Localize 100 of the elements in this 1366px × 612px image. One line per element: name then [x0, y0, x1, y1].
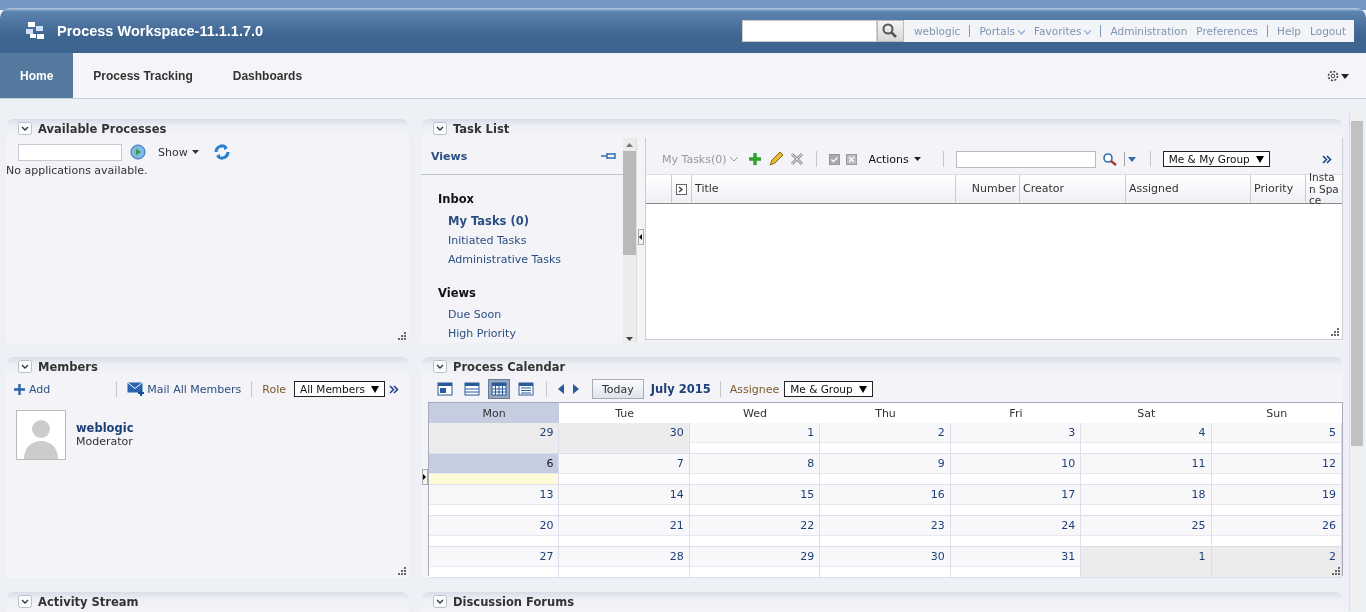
search-button[interactable]: [877, 19, 904, 42]
day-number[interactable]: 23: [820, 516, 950, 535]
pencil-icon[interactable]: [767, 151, 784, 167]
day-number[interactable]: 5: [1211, 423, 1341, 442]
nav-tab[interactable]: Process Tracking: [73, 53, 213, 98]
assignee-dropdown[interactable]: Me & Group: [784, 381, 873, 397]
resize-grip-icon[interactable]: [397, 566, 406, 575]
day-number[interactable]: 8: [689, 454, 820, 473]
day-number[interactable]: 28: [559, 547, 689, 566]
collapse-handle-icon[interactable]: [422, 469, 428, 485]
day-number[interactable]: 2: [1211, 547, 1341, 566]
day-cell[interactable]: 2: [820, 423, 951, 454]
caret-icon[interactable]: [1123, 152, 1138, 166]
day-cell[interactable]: 9: [820, 454, 951, 485]
day-cell[interactable]: 24: [950, 516, 1082, 547]
collapse-icon[interactable]: [433, 122, 447, 135]
search-icon[interactable]: [1101, 152, 1118, 166]
day-number[interactable]: 29: [689, 547, 820, 566]
day-number[interactable]: 1: [1081, 547, 1211, 566]
day-number[interactable]: 22: [689, 516, 820, 535]
nav-tab[interactable]: Home: [0, 53, 74, 98]
member-name[interactable]: weblogic: [76, 421, 134, 435]
collapse-icon[interactable]: [18, 595, 32, 608]
day-number[interactable]: 4: [1081, 423, 1211, 442]
actions-menu[interactable]: Actions: [868, 152, 921, 166]
scroll-up-arrow-icon[interactable]: [623, 141, 636, 149]
checkbox-icon[interactable]: [828, 153, 840, 165]
play-icon[interactable]: [130, 144, 146, 160]
day-cell[interactable]: 17: [950, 485, 1082, 516]
day-number[interactable]: 19: [1211, 485, 1341, 504]
collapse-icon[interactable]: [433, 360, 447, 373]
day-number[interactable]: 30: [559, 423, 689, 442]
day-cell[interactable]: 19: [1211, 485, 1342, 516]
day-number[interactable]: 30: [820, 547, 950, 566]
column-header[interactable]: Title: [692, 175, 956, 203]
day-cell[interactable]: 31: [950, 547, 1082, 578]
view-link[interactable]: Administrative Tasks: [421, 250, 623, 269]
day-cell[interactable]: 29: [429, 423, 560, 454]
role-dropdown[interactable]: All Members: [294, 381, 385, 397]
mail-link[interactable]: Mail All Members: [127, 382, 242, 396]
day-cell[interactable]: 20: [429, 516, 560, 547]
view-link[interactable]: My Tasks (0): [421, 211, 623, 231]
scrollbar[interactable]: [623, 138, 636, 343]
day-number[interactable]: 10: [950, 454, 1081, 473]
day-number[interactable]: 14: [559, 485, 689, 504]
day-number[interactable]: 24: [950, 516, 1081, 535]
column-header[interactable]: Priority: [1251, 175, 1306, 203]
day-cell[interactable]: 15: [689, 485, 821, 516]
day-number[interactable]: 26: [1211, 516, 1341, 535]
resize-grip-icon[interactable]: [397, 331, 406, 340]
day-cell[interactable]: 8: [689, 454, 821, 485]
pin-icon[interactable]: [601, 152, 617, 160]
week-view-button[interactable]: [461, 379, 483, 399]
day-number[interactable]: 21: [559, 516, 689, 535]
day-cell[interactable]: 2: [1211, 547, 1342, 578]
day-cell[interactable]: 27: [429, 547, 560, 578]
list-view-button[interactable]: [515, 379, 537, 399]
day-number[interactable]: 25: [1081, 516, 1211, 535]
day-number[interactable]: 27: [429, 547, 559, 566]
today-button[interactable]: Today: [592, 379, 644, 399]
column-header[interactable]: Assigned: [1126, 175, 1251, 203]
refresh-icon[interactable]: [212, 143, 231, 161]
search-field[interactable]: [18, 143, 122, 161]
collapse-handle-icon[interactable]: [638, 229, 644, 245]
column-select-icon[interactable]: [676, 183, 687, 195]
day-cell[interactable]: 30: [559, 423, 690, 454]
nav-tab[interactable]: Dashboards: [212, 53, 323, 98]
day-cell[interactable]: 25: [1081, 516, 1212, 547]
day-number[interactable]: 20: [429, 516, 559, 535]
day-cell[interactable]: 18: [1081, 485, 1212, 516]
day-cell[interactable]: 1: [689, 423, 821, 454]
add-link[interactable]: Add: [14, 382, 51, 396]
search-field[interactable]: [742, 19, 877, 42]
day-number[interactable]: 17: [950, 485, 1081, 504]
day-number[interactable]: 18: [1081, 485, 1211, 504]
day-cell[interactable]: 21: [559, 516, 690, 547]
double-chevron-icon[interactable]: [1322, 154, 1332, 164]
day-number[interactable]: 9: [820, 454, 950, 473]
filter-dropdown[interactable]: Me & My Group: [1162, 151, 1270, 167]
column-header[interactable]: Number: [956, 175, 1020, 203]
close-box-icon[interactable]: [845, 153, 857, 165]
day-cell[interactable]: 26: [1211, 516, 1342, 547]
delete-icon[interactable]: [789, 152, 804, 166]
day-view-button[interactable]: [434, 379, 456, 399]
day-number[interactable]: 11: [1081, 454, 1211, 473]
day-number[interactable]: 15: [689, 485, 820, 504]
day-cell[interactable]: 14: [559, 485, 690, 516]
day-number[interactable]: 3: [950, 423, 1081, 442]
day-cell[interactable]: 16: [820, 485, 951, 516]
day-number[interactable]: 6: [429, 454, 559, 473]
day-cell[interactable]: 3: [950, 423, 1082, 454]
day-cell[interactable]: 4: [1081, 423, 1212, 454]
view-link[interactable]: Initiated Tasks: [421, 231, 623, 250]
next-icon[interactable]: [571, 383, 581, 395]
day-cell[interactable]: 11: [1081, 454, 1212, 485]
day-cell[interactable]: 12: [1211, 454, 1342, 485]
double-chevron-icon[interactable]: [389, 384, 399, 394]
collapse-icon[interactable]: [18, 122, 32, 135]
settings-icon[interactable]: [1326, 68, 1350, 83]
day-cell[interactable]: 23: [820, 516, 951, 547]
